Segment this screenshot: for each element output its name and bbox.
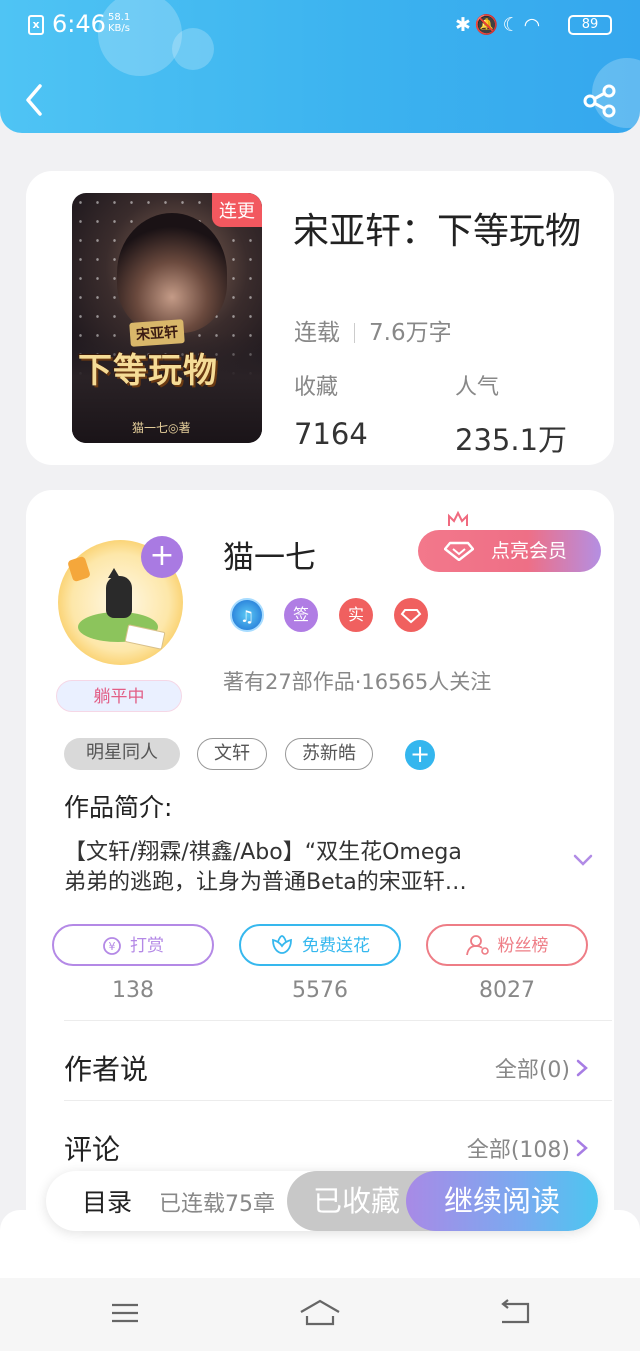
vip-button[interactable]: 点亮会员: [418, 530, 601, 572]
back-nav-icon[interactable]: [498, 1298, 532, 1328]
divider: [64, 1020, 612, 1021]
chevron-left-icon: [26, 84, 42, 116]
system-nav-bar: [0, 1278, 640, 1351]
author-name[interactable]: 猫一七: [223, 532, 316, 577]
status-icons: ✱🔕☾◠: [455, 13, 544, 36]
bluetooth-icon: ✱: [455, 14, 475, 36]
toc-button[interactable]: 目录: [82, 1183, 132, 1219]
serial-status: 连载: [294, 320, 340, 346]
menu-icon[interactable]: [110, 1298, 140, 1328]
intro-title: 作品简介:: [64, 793, 173, 822]
word-count: 7.6万字: [369, 320, 452, 346]
author-stats: 著有27部作品·16565人关注: [223, 670, 492, 694]
author-status-pill: 躺平中: [56, 680, 182, 712]
book-info-card: 宋亚轩 下等玩物 猫一七◎著 连更 宋亚轩：下等玩物 连载 7.6万字 收藏 71…: [26, 171, 614, 465]
top-header: x 6:46 58.1 KB/s ✱🔕☾◠ 89: [0, 0, 640, 133]
notification-icon: x: [28, 15, 44, 35]
crown-icon: [448, 510, 468, 526]
favorites-stat: 收藏 7164: [294, 375, 368, 451]
battery-icon: 89: [568, 15, 612, 35]
update-badge: 连更: [212, 193, 262, 227]
clock: 6:46: [52, 10, 106, 38]
svg-text:¥: ¥: [109, 940, 116, 953]
network-speed: 58.1 KB/s: [108, 12, 131, 34]
signed-badge[interactable]: 签: [284, 598, 318, 632]
flower-icon: [272, 935, 292, 954]
add-tag-button[interactable]: +: [405, 740, 435, 770]
user-icon: [465, 935, 489, 956]
tip-button[interactable]: ¥ 打赏: [52, 924, 214, 966]
verified-badge[interactable]: 实: [339, 598, 373, 632]
share-button[interactable]: [582, 84, 618, 118]
diamond-icon: [444, 541, 474, 561]
status-bar: x 6:46 58.1 KB/s ✱🔕☾◠ 89: [0, 0, 640, 52]
tag-item[interactable]: 苏新皓: [285, 738, 373, 770]
divider: [354, 323, 355, 343]
home-icon[interactable]: [299, 1298, 341, 1328]
cover-author: 猫一七◎著: [132, 421, 191, 435]
fan-count: 8027: [479, 978, 535, 1003]
comments-row[interactable]: 评论 全部(108): [64, 1116, 588, 1176]
chapter-count: 已连载75章: [159, 1192, 275, 1217]
wifi-icon: ◠: [523, 14, 545, 36]
cat-icon: [106, 568, 132, 618]
book-title: 宋亚轩：下等玩物: [293, 211, 582, 252]
tag-item[interactable]: 文轩: [197, 738, 267, 770]
divider: [64, 1100, 612, 1101]
chevron-right-icon: [576, 1139, 588, 1157]
intro-text[interactable]: 【文轩/翔霖/祺鑫/Abo】“双生花Omega 弟弟的逃跑，让身为普通Beta的…: [64, 838, 564, 898]
back-button[interactable]: [20, 80, 50, 120]
bottom-action-bar: 目录 已连载75章 已收藏 继续阅读: [46, 1171, 598, 1231]
share-icon: [583, 84, 616, 118]
continue-reading-button[interactable]: 继续阅读: [406, 1171, 598, 1231]
tag-item[interactable]: 明星同人: [64, 738, 180, 770]
author-says-row[interactable]: 作者说 全部(0): [64, 1036, 588, 1096]
chevron-right-icon: [576, 1059, 588, 1077]
book-cover[interactable]: 宋亚轩 下等玩物 猫一七◎著 连更: [72, 193, 262, 443]
fan-rank-button[interactable]: 粉丝榜: [426, 924, 588, 966]
yuan-icon: ¥: [103, 937, 121, 955]
vip-badge-icon[interactable]: [394, 598, 428, 632]
follow-add-button[interactable]: +: [141, 536, 183, 578]
send-flower-button[interactable]: 免费送花: [239, 924, 401, 966]
flower-count: 5576: [292, 978, 348, 1003]
moon-icon: ☾: [502, 14, 524, 36]
author-card: + 躺平中 猫一七 点亮会员 ♫ 签 实 著有27部作品·16565人关注 明星…: [26, 490, 614, 1250]
music-badge-icon[interactable]: ♫: [230, 598, 264, 632]
popularity-stat: 人气 235.1万: [455, 375, 568, 457]
chevron-down-icon[interactable]: [571, 852, 595, 868]
book-meta: 连载 7.6万字: [294, 313, 452, 347]
mute-icon: 🔕: [474, 14, 503, 36]
tip-count: 138: [112, 978, 154, 1003]
cover-title: 下等玩物: [78, 351, 218, 391]
